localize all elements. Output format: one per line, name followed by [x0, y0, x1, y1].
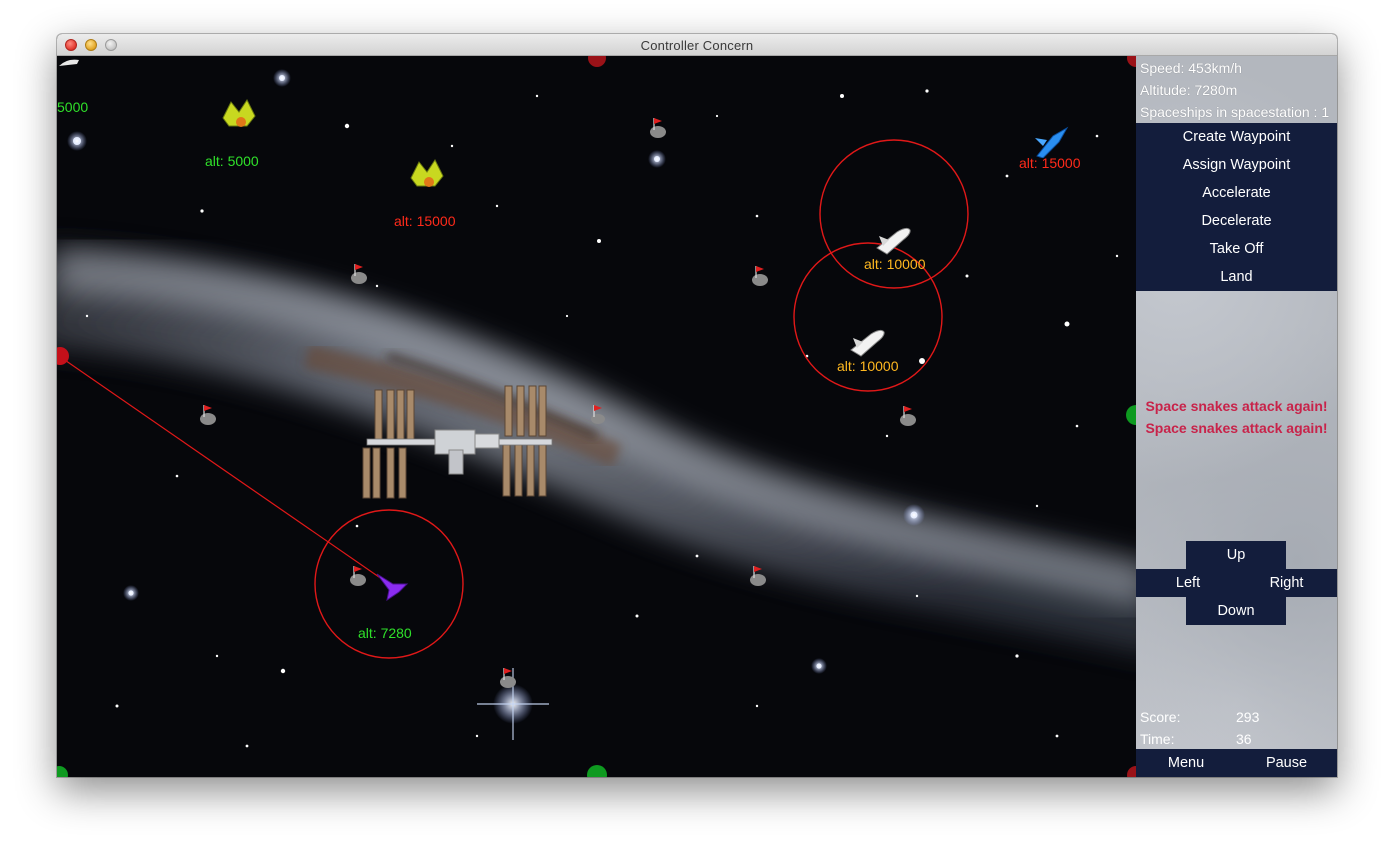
left-button[interactable]: Left [1136, 569, 1240, 597]
waypoint-marker [500, 668, 516, 688]
time-value: 36 [1236, 731, 1252, 747]
ship-altitude-label: alt: 15000 [394, 213, 456, 229]
score-value: 293 [1236, 709, 1260, 725]
speed-readout: Speed: 453km/h [1140, 60, 1242, 76]
score-label: Score: [1140, 709, 1181, 725]
shuttle-icon[interactable] [849, 328, 887, 358]
right-button[interactable]: Right [1236, 569, 1337, 597]
control-panel: Speed: 453km/h Altitude: 7280m Spaceship… [1136, 56, 1337, 777]
spaceships-in-station-readout: Spaceships in spacestation : 1 [1140, 104, 1330, 120]
blue-jet-icon[interactable] [1033, 126, 1069, 158]
waypoint-marker [750, 566, 766, 586]
altitude-readout: Altitude: 7280m [1140, 82, 1238, 98]
land-button[interactable]: Land [1136, 263, 1337, 291]
alien-ship-icon[interactable] [217, 96, 259, 130]
window-title: Controller Concern [640, 38, 754, 53]
waypoint-marker [200, 405, 216, 425]
offscreen-ship-label: 5000 [57, 99, 89, 115]
waypoint-marker [752, 266, 768, 286]
pause-button[interactable]: Pause [1236, 749, 1337, 777]
edge-gate-marker [1126, 405, 1136, 425]
event-message: Space snakes attack again! [1145, 398, 1328, 414]
edge-gate-marker [587, 765, 607, 777]
game-window: Controller Concern alt: 5000 alt: 15000 … [57, 34, 1337, 777]
edge-gate-marker [588, 56, 606, 67]
edge-gate-marker [1127, 56, 1136, 67]
assign-waypoint-button[interactable]: Assign Waypoint [1136, 151, 1337, 179]
waypoint-marker [900, 406, 916, 426]
take-off-button[interactable]: Take Off [1136, 235, 1337, 263]
purple-ship-icon[interactable] [375, 570, 409, 602]
event-message: Space snakes attack again! [1145, 420, 1328, 436]
command-menu: Create Waypoint Assign Waypoint Accelera… [1136, 123, 1337, 291]
accelerate-button[interactable]: Accelerate [1136, 179, 1337, 207]
decelerate-button[interactable]: Decelerate [1136, 207, 1337, 235]
create-waypoint-button[interactable]: Create Waypoint [1136, 123, 1337, 151]
down-button[interactable]: Down [1186, 597, 1286, 625]
edge-gate-marker [57, 766, 68, 777]
waypoint-marker [350, 566, 366, 586]
flight-path-line [58, 355, 393, 587]
menu-button[interactable]: Menu [1136, 749, 1236, 777]
space-playfield[interactable]: alt: 5000 alt: 15000 alt: 10000 alt: 100… [57, 56, 1136, 777]
offscreen-ship-icon [59, 59, 79, 66]
ship-altitude-label: alt: 15000 [1019, 155, 1081, 171]
shuttle-icon[interactable] [875, 226, 913, 256]
waypoint-marker [351, 264, 367, 284]
ship-altitude-label: alt: 10000 [864, 256, 926, 272]
waypoint-marker [591, 405, 605, 424]
ship-altitude-label: alt: 10000 [837, 358, 899, 374]
edge-gate-marker [1127, 766, 1136, 777]
ship-altitude-label: alt: 7280 [358, 625, 412, 641]
up-button[interactable]: Up [1186, 541, 1286, 569]
time-label: Time: [1140, 731, 1175, 747]
waypoint-marker [650, 118, 666, 138]
alien-ship-icon[interactable] [405, 156, 447, 190]
ship-altitude-label: alt: 5000 [205, 153, 259, 169]
title-bar: Controller Concern [57, 34, 1337, 56]
